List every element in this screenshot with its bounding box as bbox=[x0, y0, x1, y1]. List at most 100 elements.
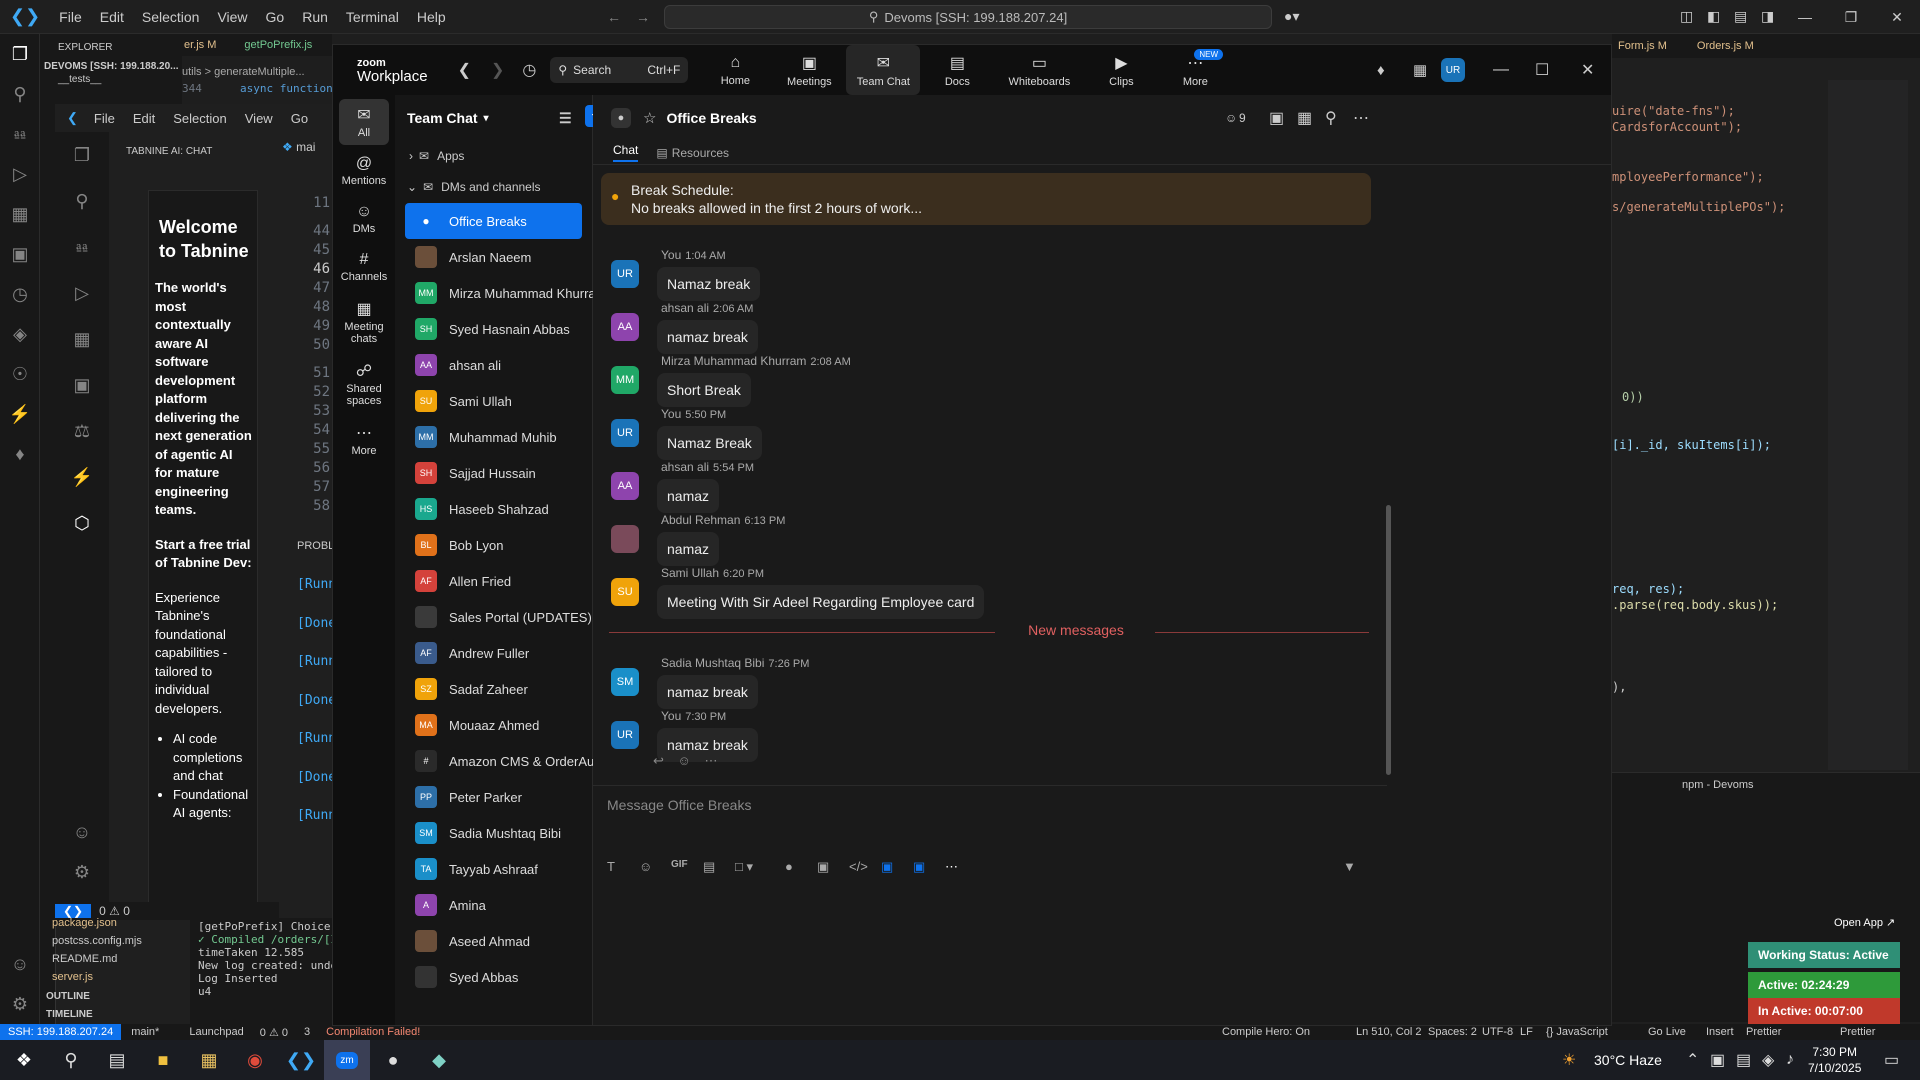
apps-section[interactable]: › ✉ Apps bbox=[395, 141, 592, 171]
channel-row[interactable]: A Amina bbox=[405, 887, 582, 923]
schedule-icon[interactable]: ▦ bbox=[1297, 108, 1312, 128]
channel-row[interactable]: Sales Portal (UPDATES) bbox=[405, 599, 592, 635]
zoom-history-icon[interactable]: ◷ bbox=[522, 60, 536, 80]
command-center-search[interactable]: ⚲ Devoms [SSH: 199.188.207.24] bbox=[664, 5, 1272, 29]
prettier-2[interactable]: Prettier bbox=[1840, 1026, 1875, 1038]
message-avatar[interactable]: UR bbox=[611, 260, 639, 288]
channel-row[interactable]: MM Muhammad Muhib bbox=[405, 419, 582, 455]
zoom-maximize-icon[interactable]: ☐ bbox=[1535, 60, 1549, 80]
vscode-restore-icon[interactable]: ❐ bbox=[1828, 0, 1874, 34]
search-icon[interactable]: ⚲ bbox=[0, 74, 40, 114]
channel-row[interactable]: MA Mouaaz Ahmed bbox=[405, 707, 582, 743]
file-server-js[interactable]: server.js bbox=[52, 968, 182, 986]
inner-tab-main[interactable]: ❖ mai bbox=[282, 140, 332, 162]
side-channels[interactable]: # Channels bbox=[333, 251, 395, 283]
app-diamond-icon[interactable]: ◆ bbox=[416, 1040, 462, 1080]
message-sender[interactable]: Mirza Muhammad Khurram bbox=[661, 354, 806, 368]
message-text[interactable]: Meeting With Sir Adeel Regarding Employe… bbox=[657, 585, 985, 619]
zoom-back-icon[interactable]: ❮ bbox=[458, 60, 471, 80]
channel-row[interactable]: MM Mirza Muhammad Khurram bbox=[405, 275, 607, 311]
run-debug-icon[interactable]: ▷ bbox=[0, 154, 40, 194]
channel-row[interactable]: PP Peter Parker bbox=[405, 779, 582, 815]
inner-run-debug-icon[interactable]: ▷ bbox=[55, 270, 109, 316]
nav-home[interactable]: ⌂ Home bbox=[698, 45, 772, 95]
inner-explorer-icon[interactable]: ❐ bbox=[55, 132, 109, 178]
clock[interactable]: 7:30 PM 7/10/2025 bbox=[1808, 1044, 1861, 1076]
windows-start-icon[interactable]: ❖ bbox=[0, 1040, 48, 1080]
menu-go[interactable]: Go bbox=[266, 9, 285, 25]
weather-text[interactable]: 30°C Haze bbox=[1594, 1052, 1662, 1068]
remote-explorer-icon[interactable]: ▣ bbox=[0, 234, 40, 274]
inner-accounts-icon[interactable]: ☺ bbox=[55, 812, 109, 852]
inner-extensions-icon[interactable]: ▦ bbox=[55, 316, 109, 362]
chrome-icon[interactable]: ◉ bbox=[232, 1040, 278, 1080]
volume-icon[interactable]: ♪ bbox=[1786, 1051, 1794, 1069]
side-more[interactable]: ⋯ More bbox=[333, 423, 395, 457]
accounts-icon[interactable]: ☺ bbox=[0, 944, 40, 984]
menu-help[interactable]: Help bbox=[417, 9, 446, 25]
menu-selection[interactable]: Selection bbox=[142, 9, 200, 25]
chat-scrollbar[interactable] bbox=[1386, 505, 1391, 775]
more-tools-icon[interactable]: ⋯ bbox=[945, 859, 977, 875]
prettier-1[interactable]: Prettier bbox=[1746, 1026, 1781, 1038]
file-explorer-icon[interactable]: ■ bbox=[140, 1040, 186, 1080]
file-package-json[interactable]: package.json bbox=[52, 914, 182, 932]
message-sender[interactable]: You bbox=[661, 709, 681, 723]
wifi-icon[interactable]: ◈ bbox=[1762, 1050, 1774, 1070]
menu-edit[interactable]: Edit bbox=[100, 9, 124, 25]
thunder-client-icon[interactable]: ⚡ bbox=[0, 394, 40, 434]
compile-status[interactable]: Compilation Failed! bbox=[326, 1026, 420, 1038]
emoji-icon[interactable]: ☺ bbox=[639, 859, 671, 875]
inner-remote-icon[interactable]: ▣ bbox=[55, 362, 109, 408]
cursor-position[interactable]: Ln 510, Col 2 bbox=[1356, 1026, 1421, 1038]
store-icon[interactable]: ▦ bbox=[186, 1040, 232, 1080]
vscode-taskbar-icon[interactable]: ❮❯ bbox=[278, 1040, 324, 1080]
members-icon[interactable]: ☺ bbox=[1225, 111, 1237, 125]
channel-row[interactable]: SH Sajjad Hussain bbox=[405, 455, 582, 491]
explorer-tests-folder[interactable]: __tests__ bbox=[40, 72, 182, 85]
nav-meetings[interactable]: ▣ Meetings bbox=[772, 45, 846, 95]
channel-row[interactable]: AA ahsan ali bbox=[405, 347, 582, 383]
toggle-secondary-sidebar-icon[interactable]: ◨ bbox=[1761, 8, 1774, 25]
channel-row[interactable]: ● Office Breaks bbox=[405, 203, 582, 239]
nav-team-chat[interactable]: ✉ Team Chat bbox=[846, 45, 921, 95]
message-text[interactable]: Short Break bbox=[657, 373, 751, 407]
channel-row[interactable]: SZ Sadaf Zaheer bbox=[405, 671, 582, 707]
tab-er-js[interactable]: er.js M bbox=[184, 39, 216, 51]
member-count[interactable]: 9 bbox=[1239, 111, 1246, 125]
pinned-message[interactable]: ● Break Schedule: No breaks allowed in t… bbox=[601, 173, 1371, 225]
message-more-icon[interactable]: ⋯ bbox=[704, 753, 717, 768]
video-message-icon[interactable]: ▣ bbox=[817, 859, 849, 875]
git-branch[interactable]: main* bbox=[131, 1026, 159, 1038]
menu-view[interactable]: View bbox=[217, 9, 247, 25]
channel-row[interactable]: Aseed Ahmad bbox=[405, 923, 582, 959]
channel-row[interactable]: Arslan Naeem bbox=[405, 239, 582, 275]
app-2-icon[interactable]: ▣ bbox=[913, 859, 945, 875]
forward-arrow-icon[interactable]: → bbox=[636, 9, 650, 25]
user-avatar[interactable]: UR bbox=[1441, 58, 1465, 82]
file-postcss-config[interactable]: postcss.config.mjs bbox=[52, 932, 182, 950]
insert-mode[interactable]: Insert bbox=[1706, 1026, 1734, 1038]
microphone-icon[interactable]: ● bbox=[785, 859, 817, 875]
minimap[interactable] bbox=[1828, 80, 1908, 770]
tray-chevron-icon[interactable]: ⌃ bbox=[1686, 1050, 1699, 1070]
message-sender[interactable]: You bbox=[661, 407, 681, 421]
dms-channels-section[interactable]: ⌄ ✉ DMs and channels bbox=[395, 171, 592, 203]
inner-menu-edit[interactable]: Edit bbox=[133, 111, 155, 126]
message-avatar[interactable]: AA bbox=[611, 472, 639, 500]
side-meeting-chats[interactable]: ▦ Meeting chats bbox=[333, 299, 395, 345]
task-view-icon[interactable]: ▤ bbox=[94, 1040, 140, 1080]
channel-row[interactable]: HS Haseeb Shahzad bbox=[405, 491, 582, 527]
channel-row[interactable]: TA Tayyab Ashraaf bbox=[405, 851, 582, 887]
extensions-icon[interactable]: ▦ bbox=[0, 194, 40, 234]
remote-status[interactable]: SSH: 199.188.207.24 bbox=[0, 1024, 122, 1040]
message-text[interactable]: namaz break bbox=[657, 675, 758, 709]
nav-whiteboards[interactable]: ▭ Whiteboards bbox=[994, 45, 1084, 95]
channel-row[interactable]: Syed Abbas bbox=[405, 959, 582, 995]
tab-getpoprefix[interactable]: getPoPrefix.js bbox=[244, 39, 312, 51]
tab-resources[interactable]: Resources bbox=[672, 146, 729, 160]
side-dms[interactable]: ☺ DMs bbox=[333, 203, 395, 235]
zoom-close-icon[interactable]: ✕ bbox=[1581, 60, 1594, 80]
code-snippet-icon[interactable]: </> bbox=[849, 859, 881, 875]
indentation[interactable]: Spaces: 2 bbox=[1428, 1026, 1477, 1038]
